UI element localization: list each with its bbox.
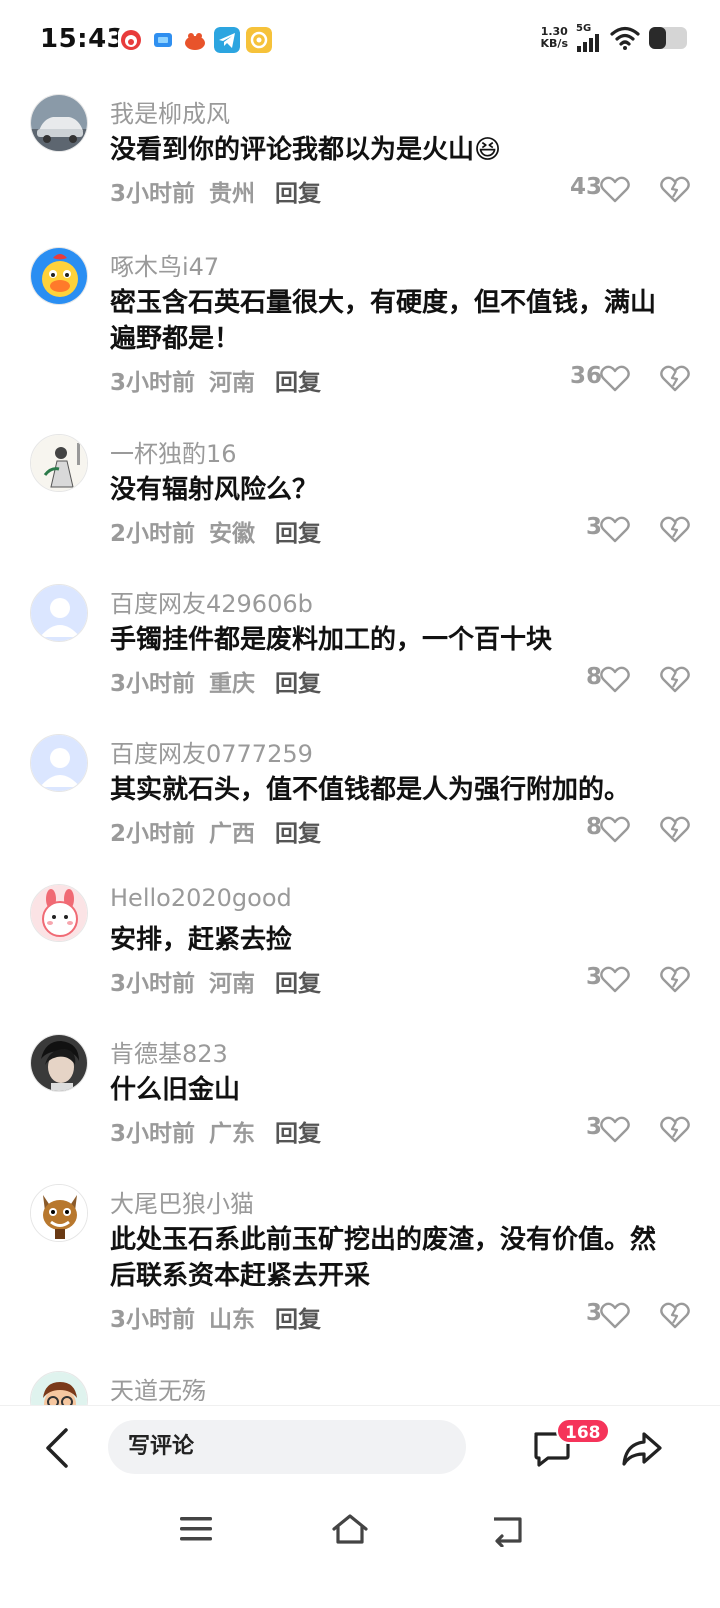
comment-time: 3小时前: [110, 1121, 196, 1147]
avatar[interactable]: [30, 584, 88, 642]
back-nav-icon[interactable]: [488, 1511, 528, 1547]
comment-location: 河南: [209, 370, 256, 396]
comment-location: 广西: [209, 821, 256, 847]
comment-username[interactable]: 肯德基823: [110, 1034, 228, 1069]
dislike-broken-heart-icon[interactable]: [660, 815, 690, 843]
comment-username[interactable]: Hello2020good: [110, 884, 292, 912]
avatar[interactable]: [30, 247, 88, 305]
like-heart-icon[interactable]: [600, 515, 630, 543]
comment-text: 安排，赶紧去捡: [110, 925, 293, 955]
comment-username[interactable]: 我是柳成风: [110, 94, 230, 129]
comment-time: 3小时前: [110, 671, 196, 697]
comment-text: 手镯挂件都是废料加工的，一个百十块: [110, 625, 553, 655]
reply-button[interactable]: 回复: [275, 370, 321, 396]
comment-time: 3小时前: [110, 181, 196, 207]
comment-meta: 2小时前 安徽 回复: [110, 514, 335, 548]
comment-username[interactable]: 百度网友429606b: [110, 584, 313, 619]
avatar[interactable]: [30, 94, 88, 152]
comment-location: 河南: [209, 971, 256, 997]
dislike-broken-heart-icon[interactable]: [660, 1115, 690, 1143]
dislike-broken-heart-icon[interactable]: [660, 965, 690, 993]
menu-icon[interactable]: [176, 1511, 216, 1547]
laughing-emoji-icon: 😆: [474, 135, 502, 165]
reply-button[interactable]: 回复: [275, 971, 321, 997]
like-heart-icon[interactable]: [600, 175, 630, 203]
comment-text: 密玉含石英石量很大，有硬度，但不值钱，满山遍野都是！: [110, 288, 657, 354]
like-heart-icon[interactable]: [600, 815, 630, 843]
comment-meta: 3小时前 贵州 回复: [110, 174, 335, 208]
comment-meta: 3小时前 广东 回复: [110, 1114, 335, 1148]
back-arrow-icon[interactable]: [38, 1426, 78, 1470]
reply-button[interactable]: 回复: [275, 821, 321, 847]
comment-meta: 3小时前 山东 回复: [110, 1300, 335, 1334]
like-heart-icon[interactable]: [600, 965, 630, 993]
comment-action-bar: 写评论 168: [0, 1405, 720, 1492]
comment-username[interactable]: 啄木鸟i47: [110, 247, 219, 282]
comment-list[interactable]: 我是柳成风 没看到你的评论我都以为是火山😆 3小时前 贵州 回复 43 啄木鸟i47 密玉含石…: [0, 0, 720, 1405]
reply-button[interactable]: 回复: [275, 521, 321, 547]
comment-meta: 3小时前 河南 回复: [110, 964, 335, 998]
like-heart-icon[interactable]: [600, 364, 630, 392]
avatar[interactable]: [30, 434, 88, 492]
reply-button[interactable]: 回复: [275, 1121, 321, 1147]
dislike-broken-heart-icon[interactable]: [660, 364, 690, 392]
comment-time: 3小时前: [110, 1307, 196, 1333]
comment-username[interactable]: 大尾巴狼小猫: [110, 1184, 254, 1219]
comment-count-badge: 168: [556, 1418, 610, 1444]
comment-text: 其实就石头，值不值钱都是人为强行附加的。: [110, 775, 631, 805]
comment-location: 山东: [209, 1307, 256, 1333]
comment-time: 2小时前: [110, 821, 196, 847]
comment-location: 重庆: [209, 671, 256, 697]
comment-username[interactable]: 百度网友0777259: [110, 734, 313, 769]
share-icon[interactable]: [620, 1428, 664, 1468]
avatar[interactable]: [30, 1371, 88, 1405]
like-heart-icon[interactable]: [600, 665, 630, 693]
comment-meta: 3小时前 重庆 回复: [110, 664, 335, 698]
dislike-broken-heart-icon[interactable]: [660, 175, 690, 203]
comment-username[interactable]: 一杯独酌16: [110, 434, 237, 469]
system-nav-bar: [0, 1491, 720, 1608]
dislike-broken-heart-icon[interactable]: [660, 665, 690, 693]
comment-text: 没看到你的评论我都以为是火山😆: [110, 135, 502, 165]
avatar[interactable]: [30, 884, 88, 942]
comment-location: 安徽: [209, 521, 256, 547]
dislike-broken-heart-icon[interactable]: [660, 1301, 690, 1329]
comment-username[interactable]: 天道无殇: [110, 1371, 206, 1405]
home-icon[interactable]: [330, 1511, 370, 1547]
comment-location: 广东: [209, 1121, 256, 1147]
reply-button[interactable]: 回复: [275, 1307, 321, 1333]
comment-meta: 2小时前 广西 回复: [110, 814, 335, 848]
like-count: 43: [569, 174, 602, 200]
like-heart-icon[interactable]: [600, 1115, 630, 1143]
write-comment-input[interactable]: 写评论: [108, 1420, 466, 1474]
avatar[interactable]: [30, 1184, 88, 1242]
like-count: 36: [569, 363, 602, 389]
reply-button[interactable]: 回复: [275, 181, 321, 207]
like-heart-icon[interactable]: [600, 1301, 630, 1329]
comment-time: 3小时前: [110, 971, 196, 997]
dislike-broken-heart-icon[interactable]: [660, 515, 690, 543]
comment-meta: 3小时前 河南 回复: [110, 363, 335, 397]
comment-text: 没有辐射风险么？: [110, 475, 319, 505]
comment-text: 此处玉石系此前玉矿挖出的废渣，没有价值。然后联系资本赶紧去开采: [110, 1225, 657, 1291]
comment-location: 贵州: [209, 181, 256, 207]
reply-button[interactable]: 回复: [275, 671, 321, 697]
comment-time: 3小时前: [110, 370, 196, 396]
comment-time: 2小时前: [110, 521, 196, 547]
comment-text: 什么旧金山: [110, 1075, 241, 1105]
avatar[interactable]: [30, 734, 88, 792]
avatar[interactable]: [30, 1034, 88, 1092]
